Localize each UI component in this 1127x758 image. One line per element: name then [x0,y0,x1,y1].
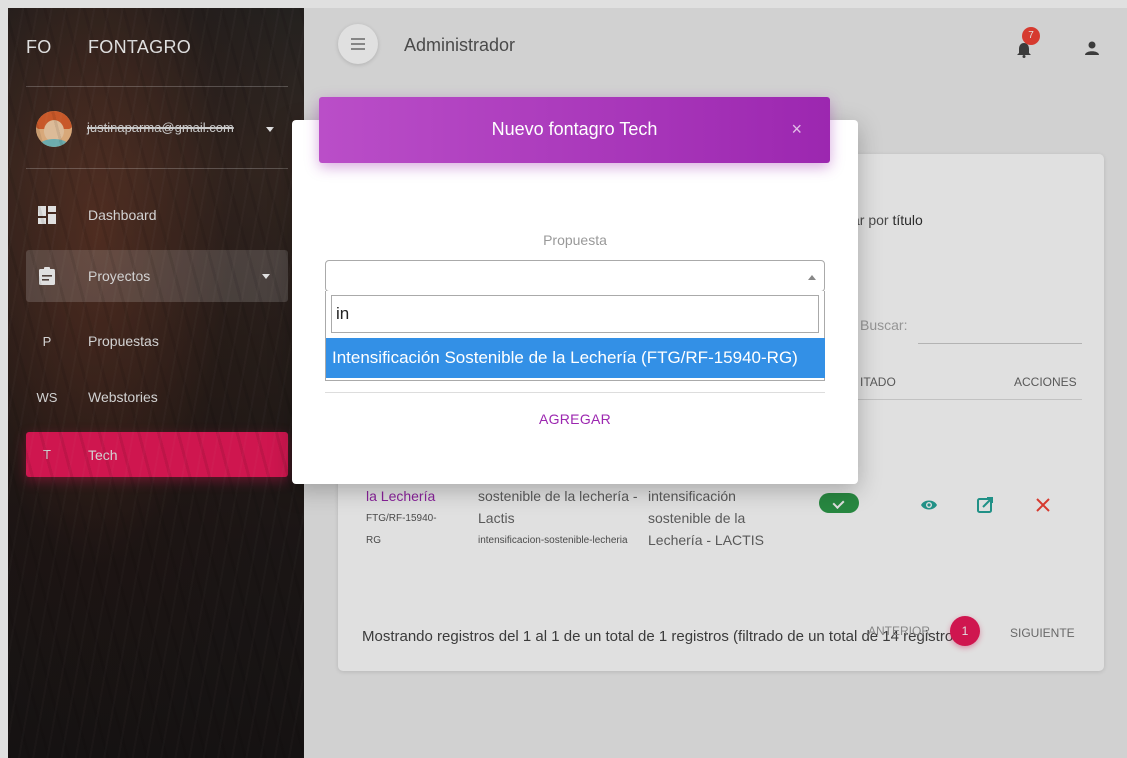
brand-name: FONTAGRO [88,36,192,57]
person-icon[interactable] [1084,40,1100,56]
sidebar-item-label: Propuestas [88,333,159,349]
sidebar-item-label: Proyectos [88,268,151,284]
sidebar-item-letter: WS [36,389,58,405]
propuesta-select[interactable] [325,260,825,292]
row-code: FTG/RF-15940-RG [366,513,437,546]
brand[interactable]: FO FONTAGRO [8,8,304,86]
clipboard-icon [39,267,55,285]
edit-icon[interactable] [976,496,994,514]
notification-badge: 7 [1022,27,1040,45]
sidebar: FO FONTAGRO justinaparma@gmail.com Dashb… [8,8,304,758]
status-toggle[interactable] [819,493,859,513]
caret-down-icon [262,274,270,279]
row-subtitle: intensificación sostenible de la Lecherí… [648,488,764,548]
dashboard-icon [38,206,56,224]
sidebar-item-label: Dashboard [88,207,157,223]
select-option[interactable]: Intensificación Sostenible de la Lecherí… [326,338,825,378]
menu-toggle-button[interactable] [338,24,378,64]
divider [325,392,825,393]
select-dropdown: Intensificación Sostenible de la Lecherí… [325,291,825,381]
user-menu[interactable]: justinaparma@gmail.com [8,106,304,156]
sidebar-item-letter: P [42,333,52,349]
sidebar-item-propuestas[interactable]: P Propuestas [26,315,288,367]
caret-up-icon [808,275,816,280]
column-header-acciones: ACCIONES [1014,375,1077,389]
pagination-next[interactable]: SIGUIENTE [1010,626,1075,640]
user-email: justinaparma@gmail.com [87,120,234,135]
select-search-input[interactable] [331,295,819,333]
agregar-button[interactable]: AGREGAR [292,411,858,427]
avatar [36,111,72,147]
sidebar-item-label: Tech [88,446,118,463]
divider [26,168,288,169]
sidebar-item-letter: T [43,447,51,462]
pagination-previous[interactable]: ANTERIOR [868,624,930,638]
brand-mini: FO [26,36,52,57]
modal-header: Nuevo fontagro Tech × [319,97,830,163]
search-label: Buscar: [860,317,908,333]
sidebar-item-label: Webstories [88,389,158,405]
sidebar-item-proyectos[interactable]: Proyectos [26,250,288,302]
sidebar-item-dashboard[interactable]: Dashboard [26,189,288,241]
row-description: sostenible de la lechería - Lactis [478,488,638,526]
field-label: Propuesta [543,232,607,248]
column-header-estado[interactable]: ITADO [860,375,896,389]
delete-icon[interactable] [1034,496,1052,514]
topbar: Administrador 7 [304,8,1127,88]
pagination-page[interactable]: 1 [950,616,980,646]
sidebar-item-webstories[interactable]: WS Webstories [26,371,288,423]
modal-title: Nuevo fontagro Tech [491,119,658,139]
search-hint: ar por título [852,212,923,228]
modal-dialog: Propuesta Intensificación Sostenible de … [292,120,858,484]
row-title-link[interactable]: la Lechería [366,485,435,507]
sidebar-item-tech[interactable]: T Tech [26,432,288,477]
eye-icon[interactable] [920,496,938,514]
search-input[interactable] [918,343,1082,344]
row-slug: intensificacion-sostenible-lecheria [478,535,628,546]
caret-down-icon [266,127,274,132]
divider [26,86,288,87]
page-title: Administrador [404,35,516,55]
close-icon[interactable]: × [791,119,802,140]
